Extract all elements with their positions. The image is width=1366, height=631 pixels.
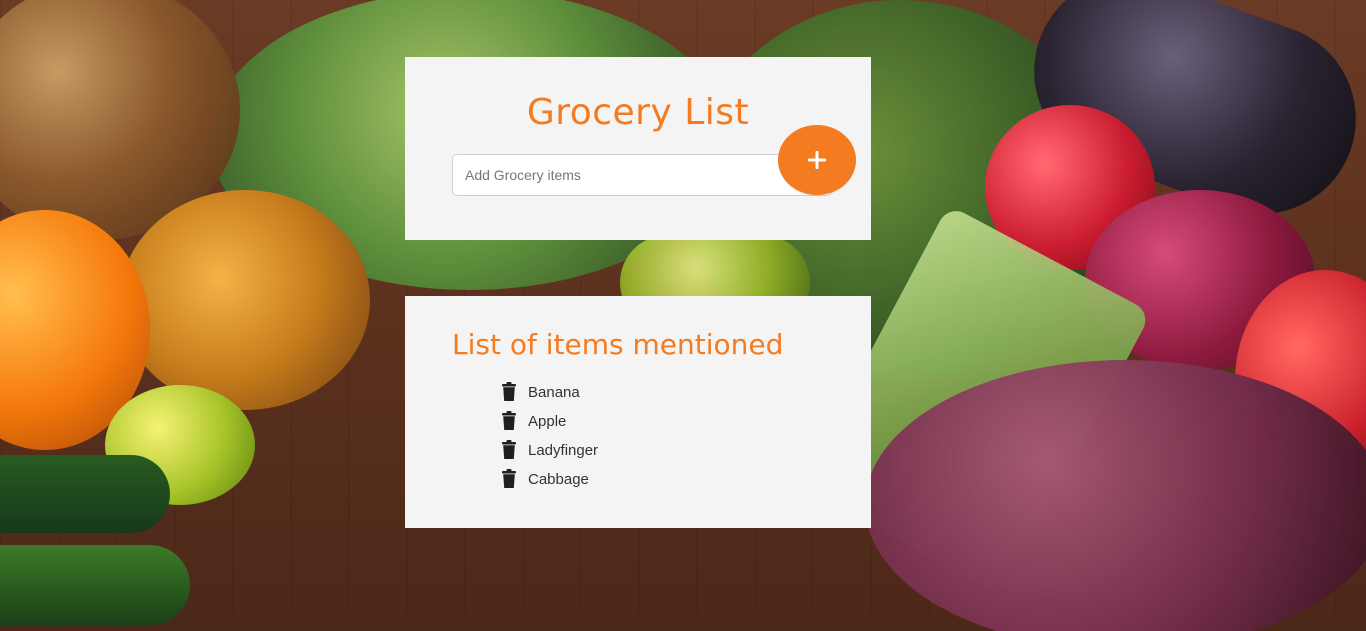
background-pomegranate xyxy=(1235,270,1366,490)
list-item: Ladyfinger xyxy=(500,434,598,463)
add-item-button[interactable] xyxy=(778,125,856,195)
background-grapes xyxy=(865,360,1366,631)
list-item-label: Cabbage xyxy=(528,471,589,488)
plus-icon xyxy=(806,149,828,171)
list-item-label: Banana xyxy=(528,384,580,401)
items-card: List of items mentioned Banana Apple Lad… xyxy=(405,296,871,528)
trash-icon xyxy=(502,381,516,401)
delete-item-button[interactable] xyxy=(500,409,518,431)
delete-item-button[interactable] xyxy=(500,438,518,460)
grocery-items-list: Banana Apple Ladyfinger Cabbage xyxy=(500,376,598,492)
background-onion xyxy=(985,105,1155,270)
trash-icon xyxy=(502,468,516,488)
page-title: Grocery List xyxy=(526,92,750,133)
add-item-card: Grocery List xyxy=(405,57,871,240)
delete-item-button[interactable] xyxy=(500,467,518,489)
trash-icon xyxy=(502,410,516,430)
list-heading: List of items mentioned xyxy=(452,328,784,361)
list-item-label: Ladyfinger xyxy=(528,442,599,459)
list-item: Apple xyxy=(500,405,598,434)
add-item-input[interactable] xyxy=(452,154,832,196)
add-item-field-wrapper xyxy=(452,154,832,196)
trash-icon xyxy=(502,439,516,459)
background-lime xyxy=(105,385,255,505)
delete-item-button[interactable] xyxy=(500,380,518,402)
background-cucumber-2 xyxy=(0,545,190,625)
background-orange xyxy=(0,210,150,450)
background-pineapple xyxy=(0,0,240,240)
background-pineapple-2 xyxy=(120,190,370,410)
list-item-label: Apple xyxy=(528,413,567,430)
background-cucumber xyxy=(0,455,170,533)
background-eggplant xyxy=(1007,0,1366,241)
list-item: Cabbage xyxy=(500,463,598,492)
list-item: Banana xyxy=(500,376,598,405)
background-onion-2 xyxy=(1085,190,1315,370)
